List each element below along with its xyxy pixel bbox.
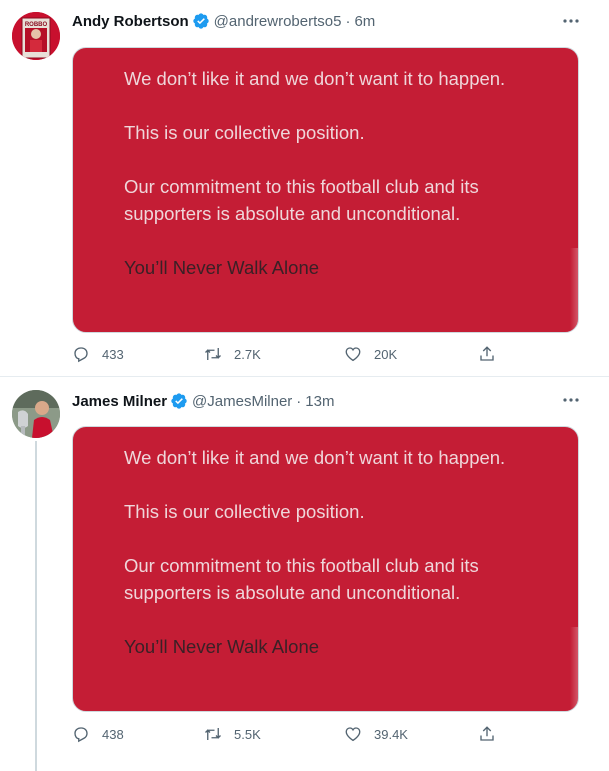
more-icon[interactable] [561,11,581,31]
image-text-line: We don’t like it and we don’t want it to… [124,68,506,89]
tweet-header: James Milner @JamesMilner · 13m [72,391,334,411]
retweet-count: 2.7K [234,346,261,362]
image-text-line: supporters is absolute and unconditional… [124,582,461,603]
like-count: 39.4K [374,726,408,742]
share-button[interactable] [478,724,508,744]
author-handle[interactable]: @JamesMilner [192,393,292,410]
retweet-button[interactable]: 5.5K [204,724,261,744]
retweet-button[interactable]: 2.7K [204,344,261,364]
retweet-icon [205,728,221,740]
tweet[interactable]: James Milner @JamesMilner · 13m We don’t… [0,377,609,771]
like-button[interactable]: 39.4K [344,724,408,744]
reply-count: 438 [102,726,124,742]
thread-line [35,441,37,771]
separator-dot: · [296,392,302,410]
separator-dot: · [345,12,351,30]
share-button[interactable] [478,344,508,364]
more-icon[interactable] [561,390,581,410]
image-text-line: This is our collective position. [124,122,365,143]
avatar-book-title: ROBBO [25,22,48,28]
image-text-line: This is our collective position. [124,501,365,522]
image-text-line: We don’t like it and we don’t want it to… [124,447,506,468]
avatar[interactable]: ROBBO [12,12,60,60]
tweet[interactable]: ROBBO Andy Robertson @andrewrobertso5 · … [0,0,609,377]
tweet-image[interactable]: We don’t like it and we don’t want it to… [72,47,579,333]
like-count: 20K [374,346,398,362]
retweet-count: 5.5K [234,726,261,742]
like-icon [345,727,361,742]
share-icon [480,346,494,361]
timestamp[interactable]: 6m [354,13,375,30]
author-handle[interactable]: @andrewrobertso5 [214,13,342,30]
like-icon [345,347,361,362]
tweet-image[interactable]: We don’t like it and we don’t want it to… [72,426,579,712]
reply-icon [74,347,88,363]
tweet-actions: 433 2.7K 20K [72,344,502,364]
author-name[interactable]: James Milner [72,393,167,410]
image-text-line: supporters is absolute and unconditional… [124,203,461,224]
author-name[interactable]: Andy Robertson [72,13,189,30]
tweet-actions: 438 5.5K 39.4K [72,724,502,744]
reply-icon [74,727,88,743]
avatar[interactable] [12,390,60,438]
image-text-line: You’ll Never Walk Alone [124,636,320,657]
image-text-line: You’ll Never Walk Alone [124,257,320,278]
share-icon [480,726,494,741]
image-edge-shade [570,248,578,332]
verified-icon [192,13,209,29]
like-button[interactable]: 20K [344,344,397,364]
timestamp[interactable]: 13m [305,393,334,410]
tweet-header: Andy Robertson @andrewrobertso5 · 6m [72,11,375,31]
retweet-icon [205,348,221,360]
reply-button[interactable]: 438 [72,724,124,744]
image-edge-shade [570,627,578,711]
image-text-line: Our commitment to this football club and… [124,555,479,576]
reply-button[interactable]: 433 [72,344,124,364]
image-text-line: Our commitment to this football club and… [124,176,479,197]
verified-icon [171,393,187,409]
reply-count: 433 [102,346,124,362]
